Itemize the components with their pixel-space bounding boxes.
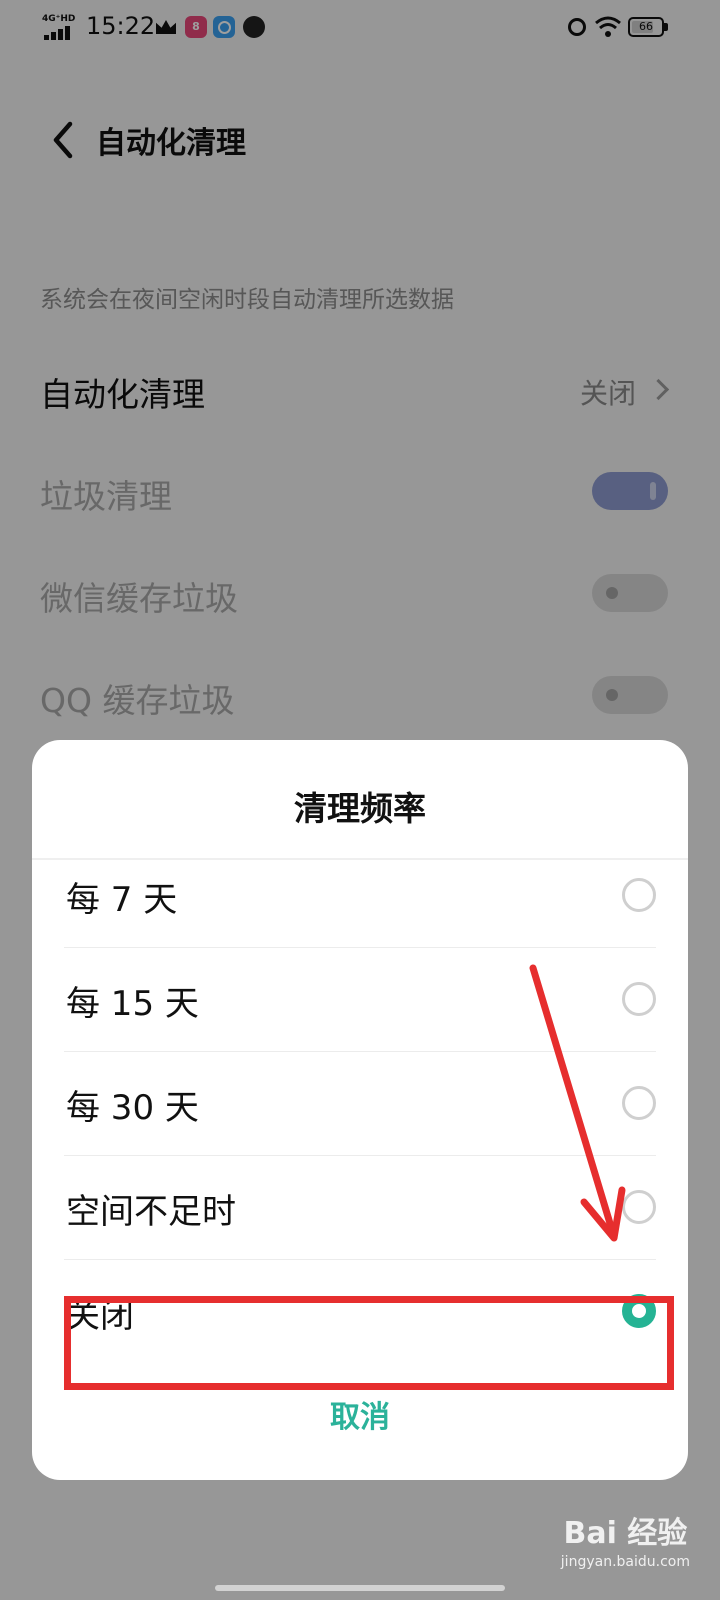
radio-button[interactable] <box>622 1086 656 1120</box>
option-label: 每 15 天 <box>66 984 199 1024</box>
option-label: 每 30 天 <box>66 1088 199 1128</box>
option-label: 每 7 天 <box>66 880 178 920</box>
radio-button[interactable] <box>622 878 656 912</box>
option-every-7-days[interactable]: 每 7 天 <box>32 842 688 948</box>
watermark-text: Bai 经验 <box>563 1516 688 1551</box>
radio-button[interactable] <box>622 1190 656 1224</box>
option-label: 空间不足时 <box>66 1192 236 1232</box>
radio-button[interactable] <box>622 982 656 1016</box>
cancel-button[interactable]: 取消 <box>32 1392 688 1436</box>
option-every-15-days[interactable]: 每 15 天 <box>32 946 688 1052</box>
dialog-title: 清理频率 <box>294 789 426 828</box>
annotation-highlight-box <box>64 1296 674 1390</box>
option-low-space[interactable]: 空间不足时 <box>32 1154 688 1260</box>
home-indicator[interactable] <box>215 1585 505 1591</box>
option-every-30-days[interactable]: 每 30 天 <box>32 1050 688 1156</box>
watermark-url: jingyan.baidu.com <box>560 1554 690 1570</box>
baidu-watermark: Bai 经验 jingyan.baidu.com <box>561 1508 690 1570</box>
